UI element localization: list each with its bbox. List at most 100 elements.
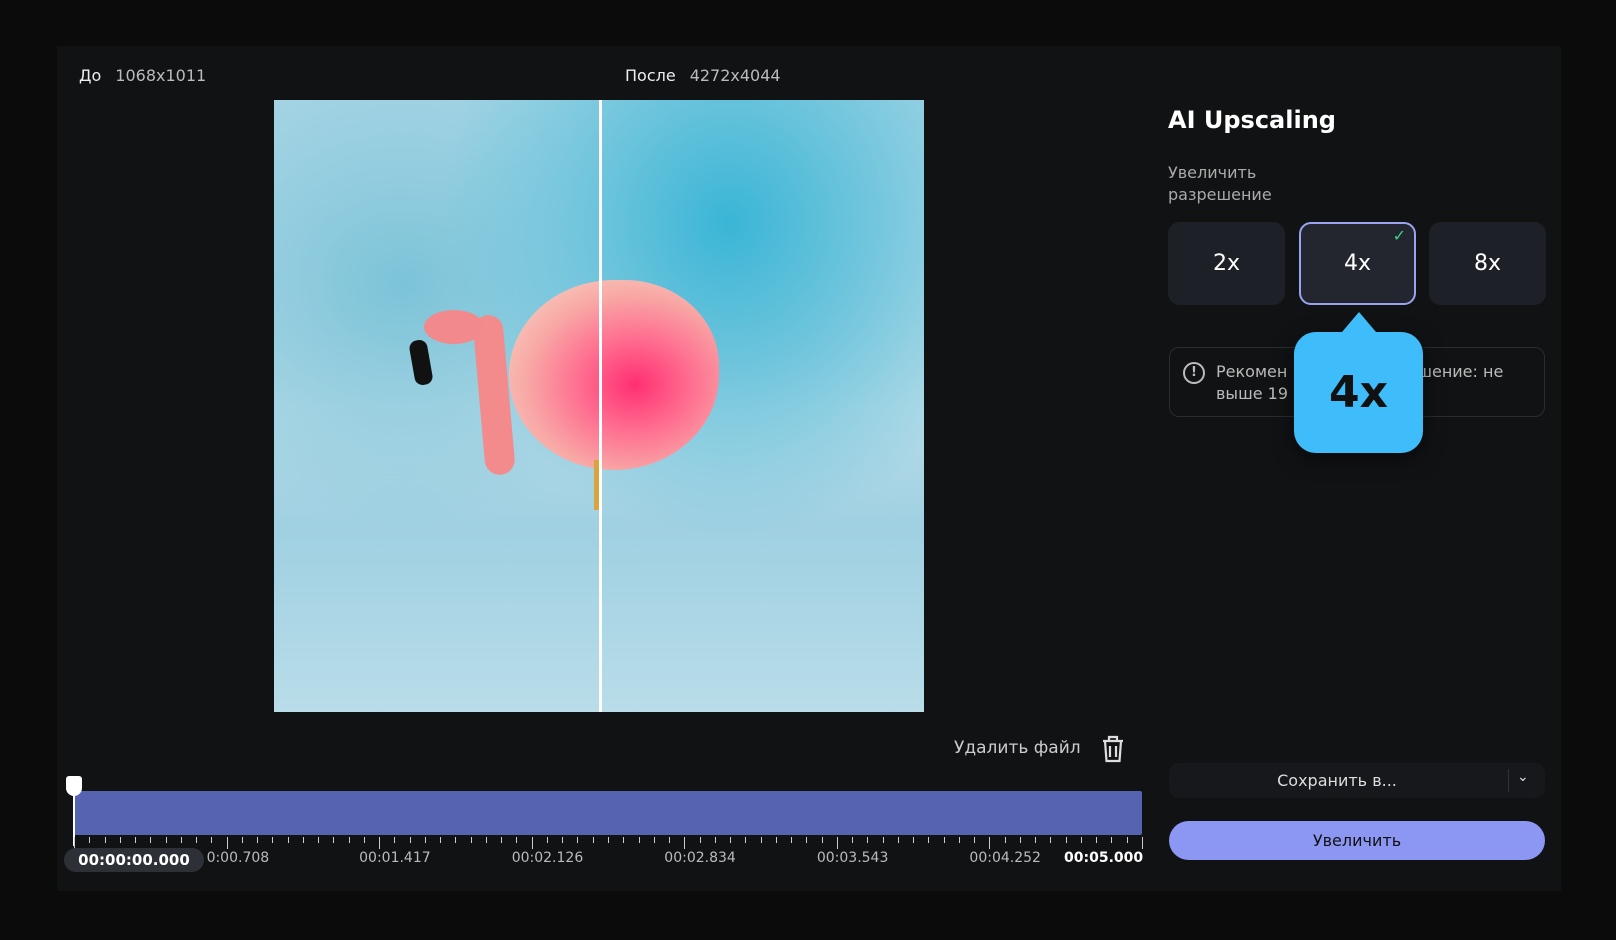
ruler-tick xyxy=(226,837,228,849)
before-info: До 1068x1011 xyxy=(79,66,206,85)
ruler-tick xyxy=(379,837,381,849)
after-label: После xyxy=(625,66,676,85)
ruler-tick xyxy=(196,837,198,843)
ruler-tick xyxy=(409,837,411,843)
flamingo-image xyxy=(509,280,719,470)
ruler-tick xyxy=(424,837,426,843)
ruler-tick xyxy=(104,837,106,843)
ruler-tick xyxy=(516,837,518,843)
ruler-tick xyxy=(1111,837,1113,843)
ruler-tick xyxy=(180,837,182,843)
ruler-tick xyxy=(867,837,869,843)
compare-divider-handle[interactable] xyxy=(599,100,602,712)
ruler-tick xyxy=(531,837,533,849)
ruler-tick xyxy=(760,837,762,843)
ruler-tick xyxy=(775,837,777,843)
ruler-tick xyxy=(958,837,960,843)
ruler-tick xyxy=(989,837,991,849)
ruler-tick xyxy=(287,837,289,843)
enlarge-button[interactable]: Увеличить xyxy=(1169,821,1545,860)
ruler-tick xyxy=(791,837,793,843)
ruler-tick xyxy=(318,837,320,843)
ruler-tick xyxy=(943,837,945,843)
ruler-tick xyxy=(272,837,274,843)
divider xyxy=(1508,769,1509,792)
ruler-tick xyxy=(974,837,976,843)
delete-label: Удалить файл xyxy=(954,738,1081,758)
enlarge-label: Увеличить xyxy=(1312,831,1402,850)
subtitle-line: разрешение xyxy=(1168,185,1272,204)
ruler-tick xyxy=(135,837,137,843)
ruler-tick xyxy=(1096,837,1098,843)
ruler-tick xyxy=(211,837,213,843)
current-time: 00:00:00.000 xyxy=(64,848,204,872)
ruler-tick xyxy=(348,837,350,843)
scale-2x-button[interactable]: 2x xyxy=(1168,222,1285,305)
save-to-dropdown[interactable]: Сохранить в... ⌄ xyxy=(1169,763,1545,798)
ruler-tick xyxy=(653,837,655,843)
ruler-tick xyxy=(1080,837,1082,843)
scale-tooltip: 4x xyxy=(1294,312,1423,453)
before-label: До xyxy=(79,66,102,85)
ruler-tick xyxy=(333,837,335,843)
after-info: После 4272x4044 xyxy=(625,66,781,85)
scale-8x-button[interactable]: 8x xyxy=(1429,222,1546,305)
info-text: Рекомен xyxy=(1216,362,1288,381)
panel-title: AI Upscaling xyxy=(1168,106,1336,134)
ruler-tick xyxy=(470,837,472,843)
ruler-tick xyxy=(745,837,747,843)
before-resolution: 1068x1011 xyxy=(115,66,207,85)
ruler-tick xyxy=(638,837,640,843)
ruler-tick xyxy=(1019,837,1021,843)
ruler-tick xyxy=(1142,837,1143,849)
info-text: шение: не xyxy=(1417,362,1504,381)
ruler-tick xyxy=(699,837,701,843)
comparison-preview[interactable] xyxy=(274,100,924,712)
timeline-track[interactable] xyxy=(74,791,1142,835)
trash-icon xyxy=(1103,735,1123,763)
time-label: 00:02.126 xyxy=(511,850,584,866)
ruler-tick xyxy=(592,837,594,843)
ruler-tick xyxy=(897,837,899,843)
chevron-down-icon[interactable]: ⌄ xyxy=(1517,769,1529,785)
ruler-tick xyxy=(623,837,625,843)
ruler-tick xyxy=(501,837,503,843)
flamingo-image xyxy=(472,313,516,477)
ruler-tick xyxy=(836,837,838,849)
ruler-tick xyxy=(882,837,884,843)
ruler-tick xyxy=(806,837,808,843)
time-label: 00:02.834 xyxy=(664,850,736,866)
flamingo-image xyxy=(408,338,434,387)
time-label: 00:04.252 xyxy=(969,850,1041,866)
save-label: Сохранить в... xyxy=(1277,771,1397,790)
time-label: 00:03.543 xyxy=(816,850,889,866)
playhead-handle[interactable] xyxy=(66,776,82,796)
resolution-subtitle: Увеличить разрешение xyxy=(1168,162,1272,206)
ruler-tick xyxy=(913,837,915,843)
time-label: 00:05.000 xyxy=(1064,850,1144,866)
ruler-tick xyxy=(562,837,564,843)
scale-4x-button[interactable]: 4x ✓ xyxy=(1299,222,1416,305)
ruler-tick xyxy=(485,837,487,843)
flamingo-image xyxy=(424,310,484,344)
ruler-tick xyxy=(1126,837,1128,843)
ruler-tick xyxy=(669,837,671,843)
ruler-tick xyxy=(577,837,579,843)
ruler-tick xyxy=(241,837,243,843)
ruler-tick xyxy=(257,837,259,843)
ruler-tick xyxy=(302,837,304,843)
ruler-tick xyxy=(89,837,91,843)
ruler-tick xyxy=(730,837,732,843)
ruler-tick xyxy=(928,837,930,843)
ruler-tick xyxy=(714,837,716,843)
check-icon: ✓ xyxy=(1392,226,1406,245)
ruler-tick xyxy=(455,837,457,843)
ruler-tick xyxy=(684,837,686,849)
ruler-tick xyxy=(821,837,823,843)
scale-label: 2x xyxy=(1212,251,1241,276)
scale-label: 8x xyxy=(1473,251,1502,276)
warning-icon: ! xyxy=(1183,362,1205,384)
delete-file-button[interactable]: Удалить файл xyxy=(954,735,1123,763)
ruler-tick xyxy=(119,837,121,843)
time-label: 00:01.417 xyxy=(359,850,431,866)
